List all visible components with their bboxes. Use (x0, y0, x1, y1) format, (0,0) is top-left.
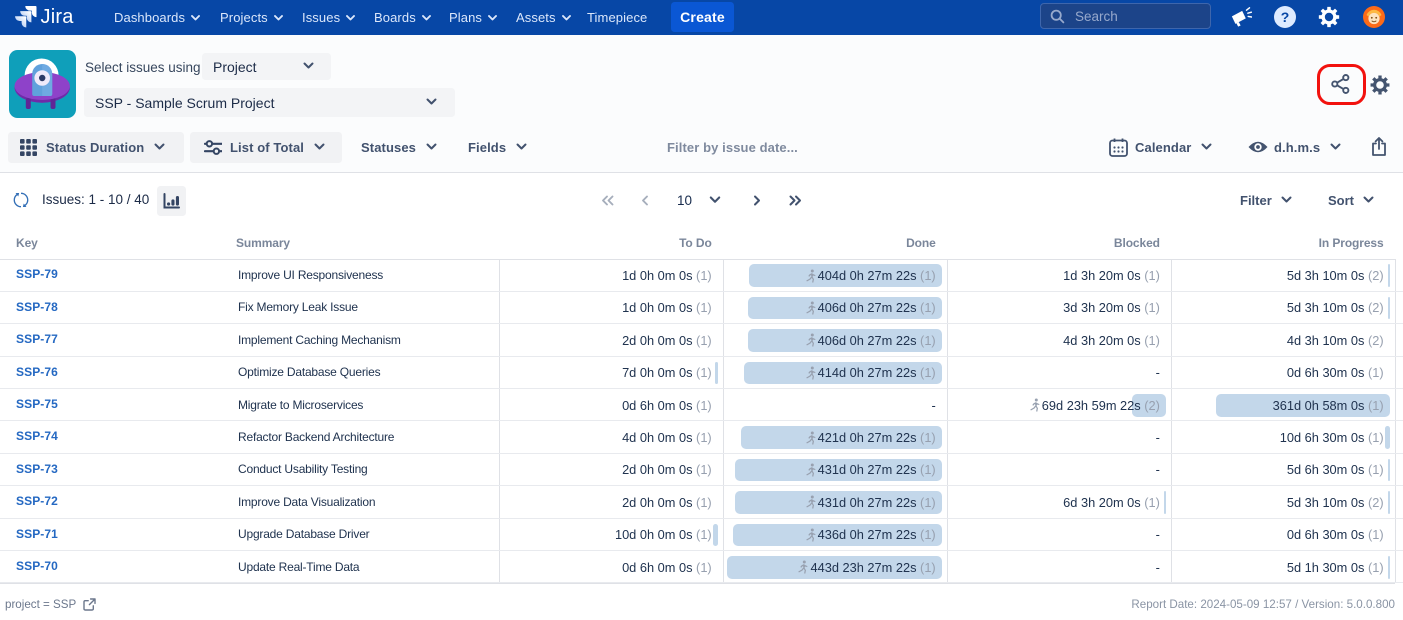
svg-text:?: ? (1281, 9, 1290, 25)
